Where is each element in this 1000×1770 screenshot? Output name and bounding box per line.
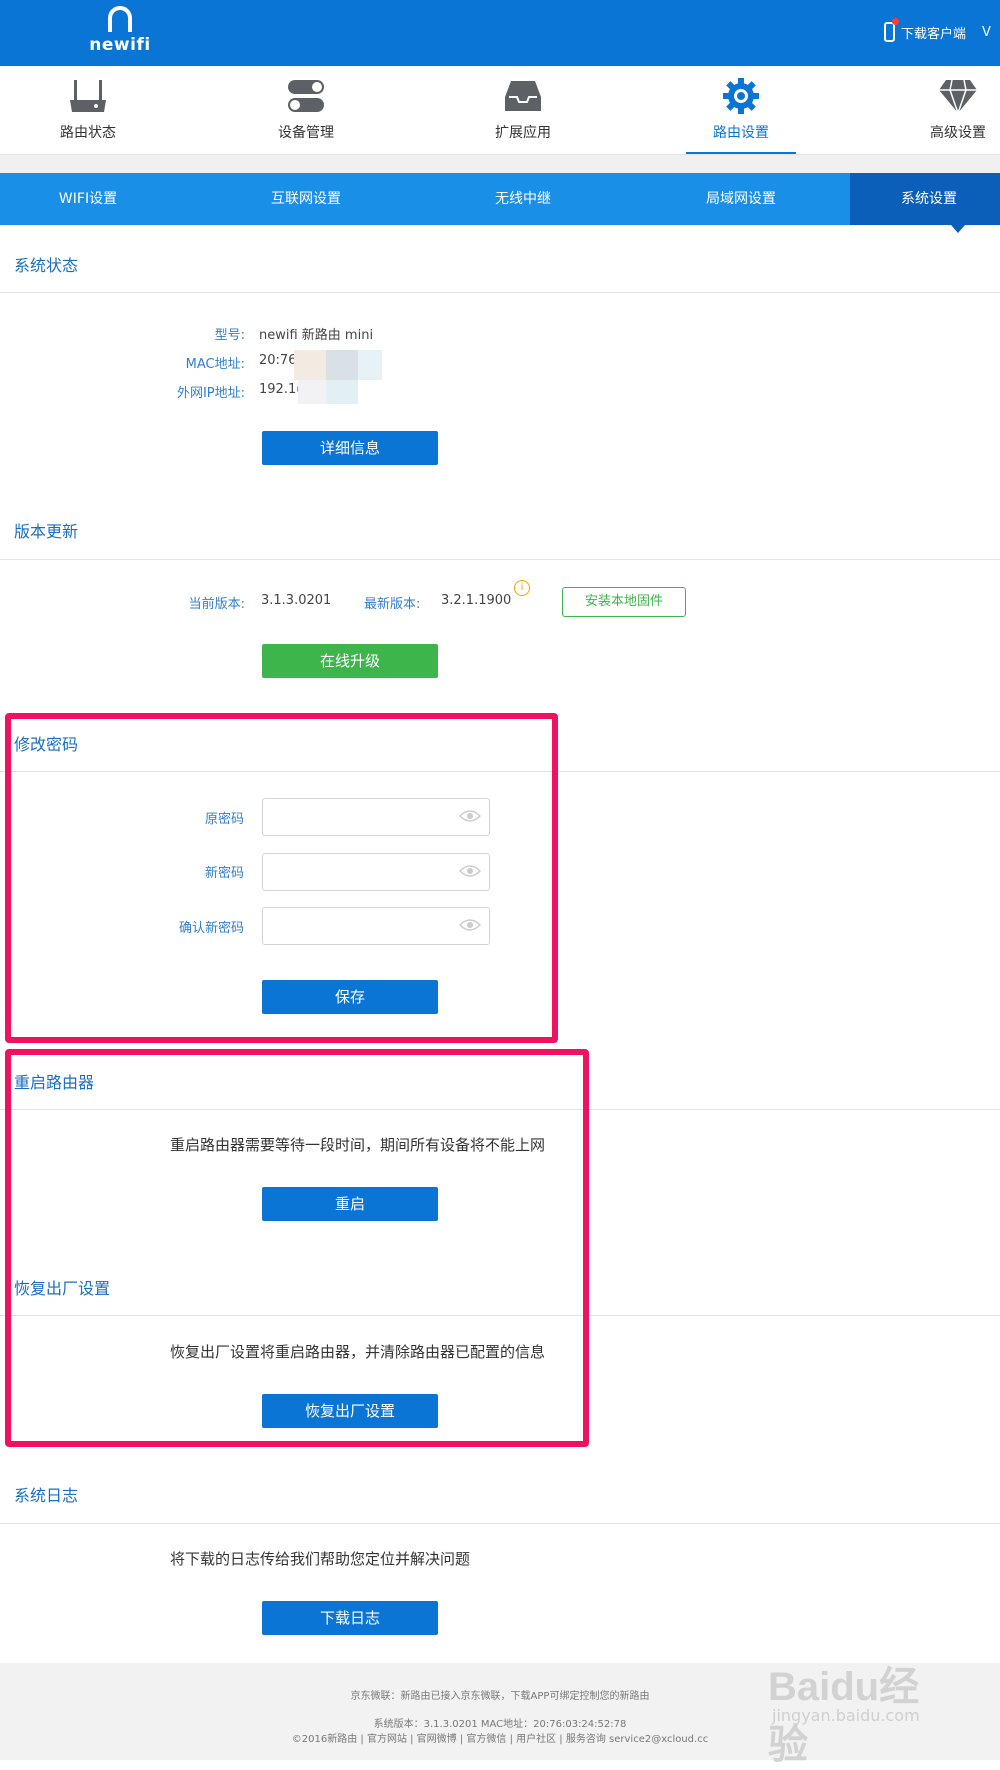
nav-label: 路由设置 [713, 125, 769, 141]
latest-version-value: 3.2.1.1900 [441, 593, 512, 608]
wan-ip-label: 外网IP地址: [176, 386, 245, 401]
install-local-firmware-button[interactable]: 安装本地固件 [562, 587, 686, 617]
watermark-url: jingyan.baidu.com [772, 1706, 920, 1725]
sub-nav: WIFI设置 互联网设置 无线中继 局域网设置 系统设置 [0, 173, 1000, 225]
logo-text: newifi [89, 35, 151, 55]
current-version-value: 3.1.3.0201 [261, 593, 332, 608]
nav-label: 高级设置 [930, 125, 986, 141]
tab-system-settings[interactable]: 系统设置 [850, 173, 1000, 225]
tab-wireless-repeater[interactable]: 无线中继 [414, 173, 632, 225]
system-log-description: 将下载的日志传给我们帮助您定位并解决问题 [170, 1550, 471, 1568]
user-initial[interactable]: V [982, 25, 991, 40]
gear-icon [719, 76, 763, 116]
nav-extension-apps[interactable]: 扩展应用 [468, 66, 578, 154]
wan-ip-value: 192.1( [259, 382, 302, 397]
download-client-link[interactable]: 下载客户端 V [884, 18, 991, 42]
download-client-label: 下载客户端 [901, 26, 967, 42]
divider [0, 292, 1000, 293]
mac-value: 20:76 [259, 353, 297, 368]
nav-label: 设备管理 [278, 125, 334, 141]
nav-label: 路由状态 [60, 125, 116, 141]
highlight-box-change-password [5, 713, 558, 1043]
toggle-icon [284, 76, 328, 116]
mac-redaction [358, 350, 382, 380]
logo-mark-icon [108, 6, 132, 32]
section-title-version-update: 版本更新 [14, 522, 79, 541]
nav-router-status[interactable]: 路由状态 [33, 66, 143, 154]
nav-advanced-settings[interactable]: 高级设置 [903, 66, 1000, 154]
tab-internet-settings[interactable]: 互联网设置 [197, 173, 415, 225]
latest-version-label: 最新版本: [364, 597, 421, 612]
nav-device-management[interactable]: 设备管理 [251, 66, 361, 154]
router-icon [66, 76, 110, 116]
nav-separator [0, 155, 1000, 173]
divider [0, 559, 1000, 560]
inbox-icon [501, 76, 545, 116]
highlight-box-reboot-reset [5, 1049, 589, 1447]
model-label: 型号: [214, 328, 245, 343]
online-upgrade-button[interactable]: 在线升级 [262, 644, 438, 678]
nav-router-settings[interactable]: 路由设置 [686, 66, 796, 154]
mac-redaction [326, 350, 358, 380]
diamond-icon [936, 76, 980, 116]
ip-redaction [326, 380, 358, 404]
download-log-button[interactable]: 下载日志 [262, 1601, 438, 1635]
section-title-system-log: 系统日志 [14, 1486, 79, 1505]
nav-label: 扩展应用 [495, 125, 551, 141]
active-tab-caret-icon [951, 225, 965, 233]
info-icon[interactable]: i [514, 580, 530, 596]
mac-label: MAC地址: [185, 357, 245, 372]
current-version-label: 当前版本: [188, 597, 245, 612]
details-button[interactable]: 详细信息 [262, 431, 438, 465]
model-value: newifi 新路由 mini [259, 328, 374, 343]
mac-redaction [294, 350, 326, 380]
tab-lan-settings[interactable]: 局域网设置 [632, 173, 850, 225]
top-bar: newifi 下载客户端 V [0, 0, 1000, 66]
section-title-system-status: 系统状态 [14, 256, 79, 275]
divider [0, 1523, 1000, 1524]
tab-wifi-settings[interactable]: WIFI设置 [0, 173, 197, 225]
main-nav: 路由状态 设备管理 扩展应用 路由设置 高级设置 [0, 66, 1000, 155]
newifi-logo[interactable]: newifi [88, 4, 152, 62]
ip-redaction [298, 380, 326, 404]
phone-icon [884, 18, 899, 42]
